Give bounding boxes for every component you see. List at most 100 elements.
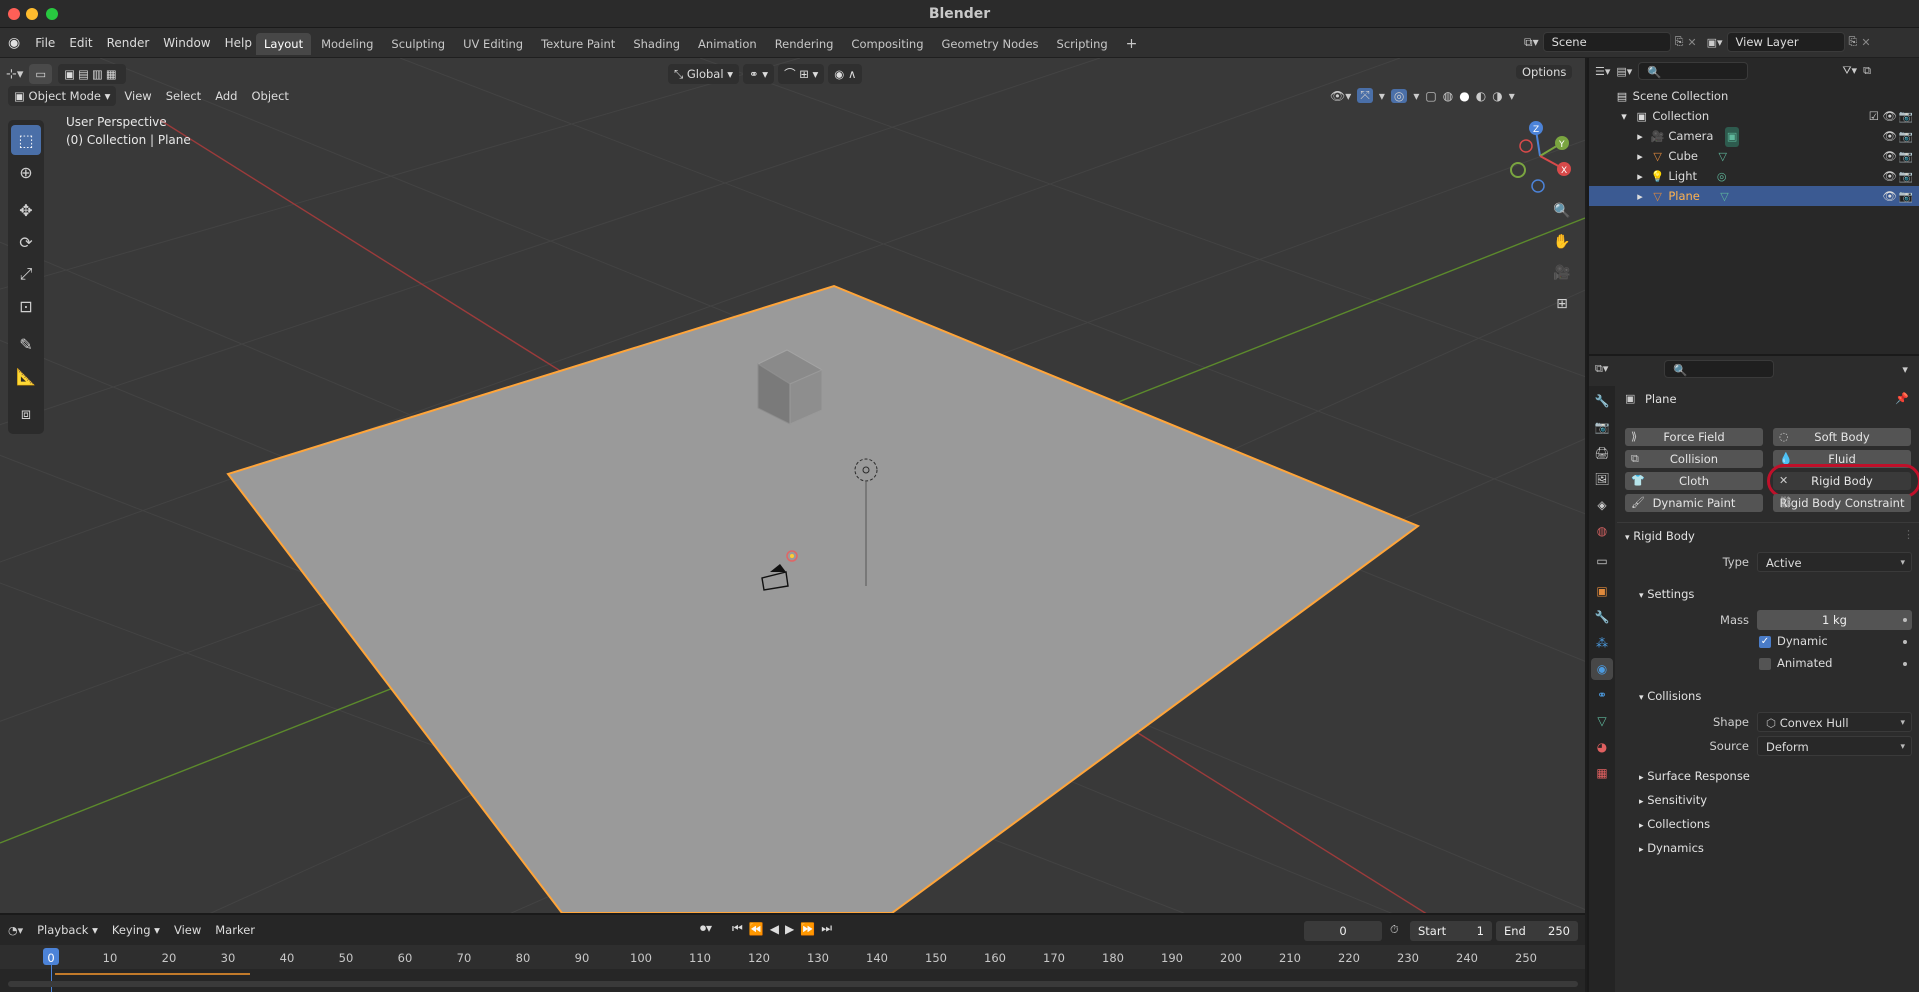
current-frame-field[interactable]: 0	[1304, 921, 1382, 941]
scene-tab-icon[interactable]: ◈	[1591, 494, 1613, 516]
scene-selector[interactable]: Scene	[1542, 32, 1671, 52]
outliner-search-input[interactable]: 🔍	[1638, 62, 1749, 80]
cursor-icon[interactable]: ⊕	[11, 157, 41, 187]
properties-options-icon[interactable]: ▾	[1902, 363, 1908, 376]
rigid-body-panel-header[interactable]: ▾ Rigid Body	[1625, 526, 1695, 546]
output-tab-icon[interactable]: 🖨	[1591, 442, 1613, 464]
overlays-toggle-icon[interactable]: ◎	[1390, 88, 1408, 103]
outliner-row-light[interactable]: ▸ 💡 Light ◎ 👁 📷	[1589, 166, 1919, 186]
cloth-button[interactable]: 👕 Cloth	[1625, 472, 1763, 490]
gizmo-toggle-icon[interactable]: ⤧	[1357, 88, 1373, 103]
record-icon[interactable]: ⏺▾	[700, 921, 712, 936]
keyframe-dot-icon[interactable]	[1903, 640, 1907, 644]
annotate-icon[interactable]: ✎	[11, 329, 41, 359]
add-cube-icon[interactable]: ⧈	[11, 399, 41, 429]
surface-response-panel-header[interactable]: ▸ Surface Response	[1639, 766, 1750, 786]
zoom-icon[interactable]: 🔍	[1549, 198, 1575, 224]
playback-menu[interactable]: Playback ▾	[31, 920, 104, 940]
end-frame-field[interactable]: End 250	[1496, 921, 1578, 941]
selection-mode-icons[interactable]: ▣▤▥▦	[58, 64, 126, 84]
jump-end-icon[interactable]: ⏭	[821, 921, 832, 936]
menu-file[interactable]: File	[28, 33, 62, 53]
expand-arrow-icon[interactable]: ▸	[1633, 147, 1647, 167]
tab-modeling[interactable]: Modeling	[313, 33, 381, 55]
display-mode-icon[interactable]: ▤▾	[1616, 65, 1632, 78]
start-frame-field[interactable]: Start 1	[1410, 921, 1492, 941]
collision-button[interactable]: ⧉ Collision	[1625, 450, 1763, 468]
tab-sculpting[interactable]: Sculpting	[383, 33, 453, 55]
collections-panel-header[interactable]: ▸ Collections	[1639, 814, 1710, 834]
view-layer-selector[interactable]: View Layer	[1726, 32, 1845, 52]
pin-icon[interactable]: 📌	[1895, 392, 1909, 405]
constraints-tab-icon[interactable]: ⚭	[1591, 684, 1613, 706]
animated-checkbox[interactable]	[1759, 658, 1771, 670]
dynamic-paint-button[interactable]: 🖌 Dynamic Paint	[1625, 494, 1763, 512]
select-box-tool-icon[interactable]: ▭	[29, 64, 53, 84]
rotate-icon[interactable]: ⟳	[11, 227, 41, 257]
proportional-edit-icon[interactable]: ◉ ∧	[828, 64, 863, 84]
collection-tab-icon[interactable]: ▭	[1591, 550, 1613, 572]
visibility-eye-icon[interactable]: 👁	[1882, 146, 1897, 166]
outliner-row-scene-collection[interactable]: ▤ Scene Collection	[1589, 86, 1919, 106]
render-camera-icon[interactable]: 📷	[1899, 166, 1913, 186]
camera-view-icon[interactable]: 🎥	[1549, 260, 1575, 286]
expand-arrow-icon[interactable]: ▸	[1633, 187, 1647, 207]
timeline-editor-type-icon[interactable]: ◔▾	[8, 924, 23, 937]
remove-scene-icon[interactable]: ✕	[1687, 36, 1696, 49]
pivot-point-icon[interactable]: ⚭ ▾	[742, 64, 775, 84]
tab-geometry-nodes[interactable]: Geometry Nodes	[934, 33, 1047, 55]
sensitivity-panel-header[interactable]: ▸ Sensitivity	[1639, 790, 1707, 810]
measure-icon[interactable]: 📐	[11, 361, 41, 391]
jump-start-icon[interactable]: ⏮	[732, 921, 743, 936]
close-window-button[interactable]	[8, 8, 20, 20]
camera-data-icon[interactable]: ▣	[1725, 127, 1740, 147]
mode-selector[interactable]: ▣ Object Mode ▾	[8, 86, 117, 106]
new-scene-icon[interactable]: ⎘	[1675, 35, 1684, 49]
render-camera-icon[interactable]: 📷	[1899, 106, 1913, 126]
scene-icon[interactable]: ⧉▾	[1524, 35, 1539, 50]
new-view-layer-icon[interactable]: ⎘	[1849, 35, 1858, 49]
outliner-row-collection[interactable]: ▾ ▣ Collection ☑ 👁 📷	[1589, 106, 1919, 126]
visibility-icon[interactable]: 👁▾	[1330, 89, 1351, 103]
zoom-window-button[interactable]	[46, 8, 58, 20]
tab-uv-editing[interactable]: UV Editing	[455, 33, 531, 55]
shading-rendered-icon[interactable]: ◑	[1492, 89, 1502, 103]
marker-menu[interactable]: Marker	[209, 920, 261, 940]
tab-animation[interactable]: Animation	[690, 33, 765, 55]
viewport-menu-view[interactable]: View	[118, 86, 157, 106]
3d-viewport[interactable]: ⊹▾ ▭ ▣▤▥▦ ⤡ Global ▾ ⚭ ▾ ⌒ ⊞ ▾ ◉ ∧ Optio…	[0, 58, 1585, 913]
visibility-eye-icon[interactable]: 👁	[1882, 106, 1897, 126]
navigation-gizmo[interactable]: Z Y X	[1500, 116, 1580, 196]
outliner-row-plane[interactable]: ▸ ▽ Plane ▽ 👁 📷	[1589, 186, 1919, 206]
play-icon[interactable]: ▶	[785, 922, 794, 936]
tool-tab-icon[interactable]: 🔧	[1591, 390, 1613, 412]
keyframe-dot-icon[interactable]	[1903, 618, 1907, 622]
viewport-menu-object[interactable]: Object	[245, 86, 294, 106]
view-layer-icon[interactable]: ▣▾	[1707, 36, 1723, 49]
modifiers-tab-icon[interactable]: 🔧	[1591, 606, 1613, 628]
filter-icon[interactable]: ⛛▾	[1842, 64, 1857, 78]
menu-window[interactable]: Window	[156, 33, 217, 53]
scale-icon[interactable]: ⤢	[11, 259, 41, 289]
new-collection-icon[interactable]: ⧉	[1863, 64, 1871, 78]
visibility-eye-icon[interactable]: 👁	[1882, 186, 1897, 206]
render-camera-icon[interactable]: 📷	[1899, 126, 1913, 146]
physics-tab-icon[interactable]: ◉	[1591, 658, 1613, 680]
data-tab-icon[interactable]: ▽	[1591, 710, 1613, 732]
render-tab-icon[interactable]: 📷	[1591, 416, 1613, 438]
render-camera-icon[interactable]: 📷	[1899, 146, 1913, 166]
outliner-row-camera[interactable]: ▸ 🎥 Camera ▣ 👁 📷	[1589, 126, 1919, 147]
collisions-panel-header[interactable]: ▾ Collisions	[1639, 686, 1701, 706]
snap-icon[interactable]: ⌒ ⊞ ▾	[778, 64, 825, 84]
tab-compositing[interactable]: Compositing	[843, 33, 931, 55]
texture-tab-icon[interactable]: ▦	[1591, 762, 1613, 784]
object-tab-icon[interactable]: ▣	[1591, 580, 1613, 602]
editor-type-icon[interactable]: ⊹▾	[6, 67, 23, 82]
soft-body-button[interactable]: ◌ Soft Body	[1773, 428, 1911, 446]
shading-options-icon[interactable]: ▾	[1509, 89, 1515, 103]
type-dropdown[interactable]: Active ▾	[1757, 552, 1912, 572]
source-dropdown[interactable]: Deform ▾	[1757, 736, 1912, 756]
settings-panel-header[interactable]: ▾ Settings	[1639, 584, 1694, 604]
keyframe-dot-icon[interactable]	[1903, 662, 1907, 666]
shading-solid-icon[interactable]: ●	[1459, 89, 1469, 103]
